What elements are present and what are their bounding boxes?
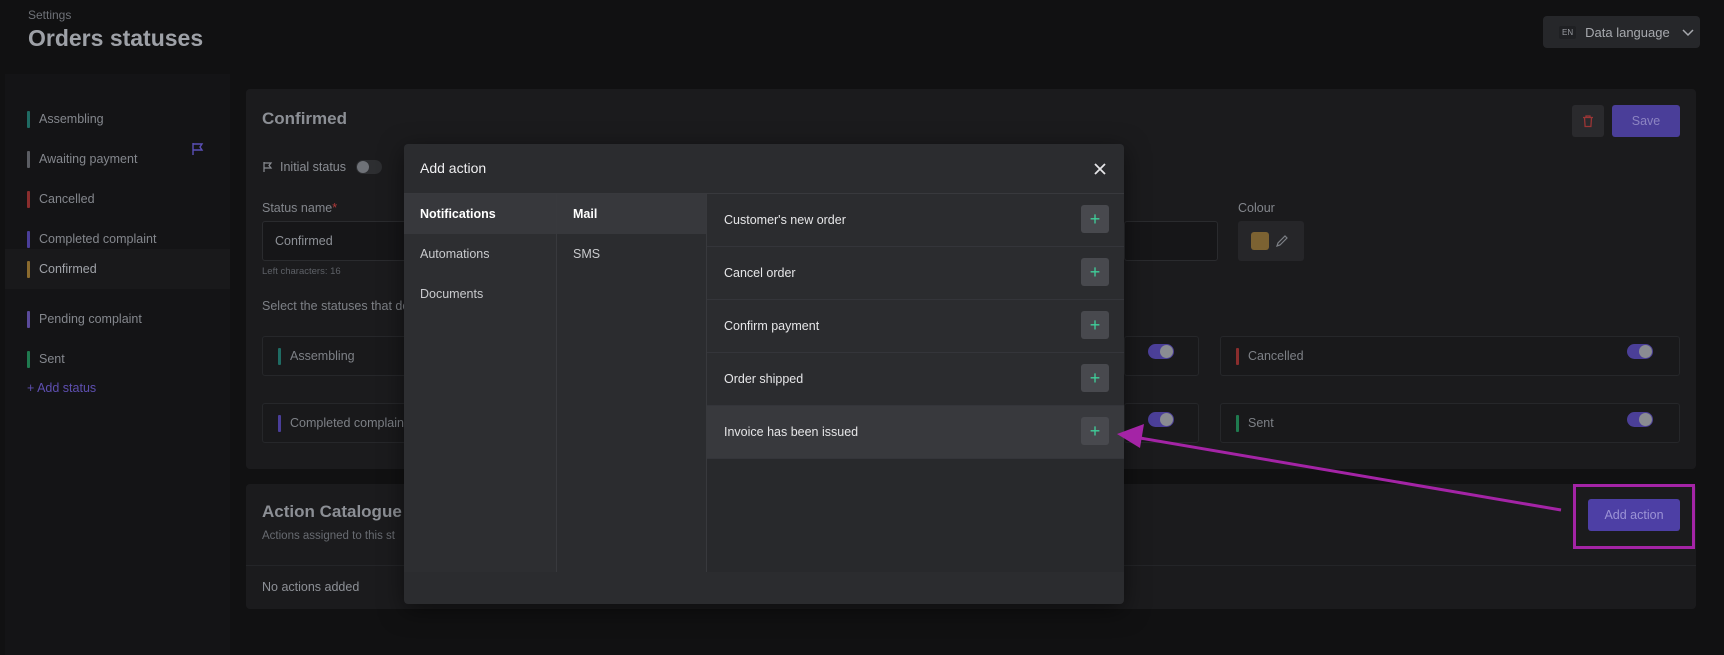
status-name-label: Status name* (262, 201, 337, 215)
status-name-label-text: Status name (262, 201, 333, 215)
plus-icon: + (1089, 420, 1101, 441)
category-documents[interactable]: Documents (404, 274, 556, 314)
status-option-label: Cancelled (1248, 349, 1304, 363)
status-option-label: Completed complaint (290, 416, 408, 430)
action-label: Order shipped (724, 372, 804, 386)
initial-status-label: Initial status (280, 160, 347, 174)
sidebar-item-pending-complaint[interactable]: Pending complaint (27, 308, 230, 330)
sidebar-item-assembling[interactable]: Assembling (27, 108, 230, 130)
status-color-bar (27, 150, 30, 168)
no-actions-text: No actions added (262, 580, 360, 594)
colour-swatch (1251, 232, 1269, 250)
status-color-bar (278, 347, 281, 365)
sidebar-item-completed-complaint[interactable]: Completed complaint (27, 228, 230, 250)
status-toggle[interactable] (1627, 344, 1653, 359)
flag-icon (263, 162, 273, 172)
status-title: Confirmed (262, 109, 347, 128)
action-label: Invoice has been issued (724, 425, 859, 439)
initial-status-toggle[interactable] (356, 160, 383, 174)
status-name-field[interactable] (262, 221, 412, 261)
status-color-bar (27, 350, 30, 368)
plus-icon: + (1089, 314, 1101, 335)
status-color-bar (1236, 347, 1239, 365)
action-catalogue-title: Action Catalogue (262, 502, 402, 521)
pencil-icon (1276, 235, 1288, 247)
sidebar-item-sent[interactable]: Sent (27, 348, 230, 370)
colour-picker[interactable] (1238, 221, 1304, 261)
status-sidebar: Assembling Awaiting payment Cancelled Co… (5, 74, 230, 655)
action-row: Cancel order (707, 247, 1124, 300)
add-action-plus-button[interactable]: + (1081, 258, 1109, 286)
plus-icon: + (1089, 367, 1101, 388)
channel-sms[interactable]: SMS (557, 234, 706, 274)
delete-status-button[interactable] (1572, 105, 1604, 137)
status-option-assembling[interactable]: Assembling (262, 336, 412, 376)
status-toggle[interactable] (1148, 412, 1174, 427)
add-action-plus-button[interactable]: + (1081, 417, 1109, 445)
status-color-bar (1236, 414, 1239, 432)
sidebar-item-label: Assembling (39, 112, 104, 126)
sidebar-item-cancelled[interactable]: Cancelled (27, 188, 230, 210)
breadcrumb: Settings (28, 8, 72, 22)
sidebar-item-label: Awaiting payment (39, 152, 138, 166)
colour-label: Colour (1238, 201, 1275, 215)
status-color-bar (27, 310, 30, 328)
status-toggle[interactable] (1148, 344, 1174, 359)
trash-icon (1583, 115, 1593, 128)
close-icon (1094, 163, 1106, 175)
category-automations[interactable]: Automations (404, 234, 556, 274)
action-row: Order shipped (707, 353, 1124, 406)
action-row-highlighted: Invoice has been issued (707, 406, 1124, 459)
action-label: Customer's new order (724, 213, 846, 227)
sidebar-item-confirmed[interactable]: Confirmed (5, 249, 230, 289)
action-catalogue-subtitle: Actions assigned to this st (262, 530, 395, 542)
status-option-sent[interactable]: Sent (1220, 403, 1680, 443)
add-action-plus-button[interactable]: + (1081, 311, 1109, 339)
action-row: Confirm payment (707, 300, 1124, 353)
page-title: Orders statuses (28, 25, 204, 51)
status-option-label: Assembling (290, 349, 355, 363)
data-language-dropdown[interactable]: EN Data language (1543, 16, 1700, 48)
flag-icon (192, 143, 204, 155)
status-option-completed-complaint[interactable]: Completed complaint (262, 403, 412, 443)
action-label: Confirm payment (724, 319, 820, 333)
language-badge: EN (1559, 25, 1577, 39)
sidebar-item-label: Sent (39, 352, 65, 366)
status-option-label: Sent (1248, 416, 1274, 430)
plus-icon: + (1089, 261, 1101, 282)
plus-icon: + (1089, 208, 1101, 229)
status-color-bar (27, 260, 30, 278)
action-row: Customer's new order (707, 194, 1124, 247)
status-color-bar (27, 110, 30, 128)
add-action-plus-button[interactable]: + (1081, 364, 1109, 392)
action-label: Cancel order (724, 266, 796, 280)
modal-title: Add action (420, 160, 487, 176)
category-notifications[interactable]: Notifications (404, 194, 556, 234)
close-button[interactable] (1092, 161, 1108, 177)
chevron-down-icon (1682, 29, 1694, 37)
status-toggle[interactable] (1627, 412, 1653, 427)
select-statuses-text: Select the statuses that de (262, 299, 410, 313)
required-mark: * (332, 201, 338, 215)
status-color-bar (27, 230, 30, 248)
status-option-cancelled[interactable]: Cancelled (1220, 336, 1680, 376)
sidebar-item-label: Pending complaint (39, 312, 142, 326)
sidebar-item-label: Cancelled (39, 192, 95, 206)
add-status-link[interactable]: + Add status (27, 381, 96, 395)
status-color-bar (278, 414, 281, 432)
data-language-label: Data language (1585, 24, 1670, 40)
initial-status-toggle-row[interactable]: Initial status (262, 160, 383, 174)
save-button[interactable]: Save (1612, 105, 1680, 137)
sidebar-item-label: Completed complaint (39, 232, 157, 246)
left-characters-hint: Left characters: 16 (262, 266, 341, 277)
annotation-highlight-box (1573, 484, 1695, 549)
status-color-bar (27, 190, 30, 208)
channel-mail[interactable]: Mail (557, 194, 706, 234)
add-action-plus-button[interactable]: + (1081, 205, 1109, 233)
sidebar-item-label: Confirmed (39, 262, 97, 276)
status-field[interactable] (1124, 221, 1218, 261)
